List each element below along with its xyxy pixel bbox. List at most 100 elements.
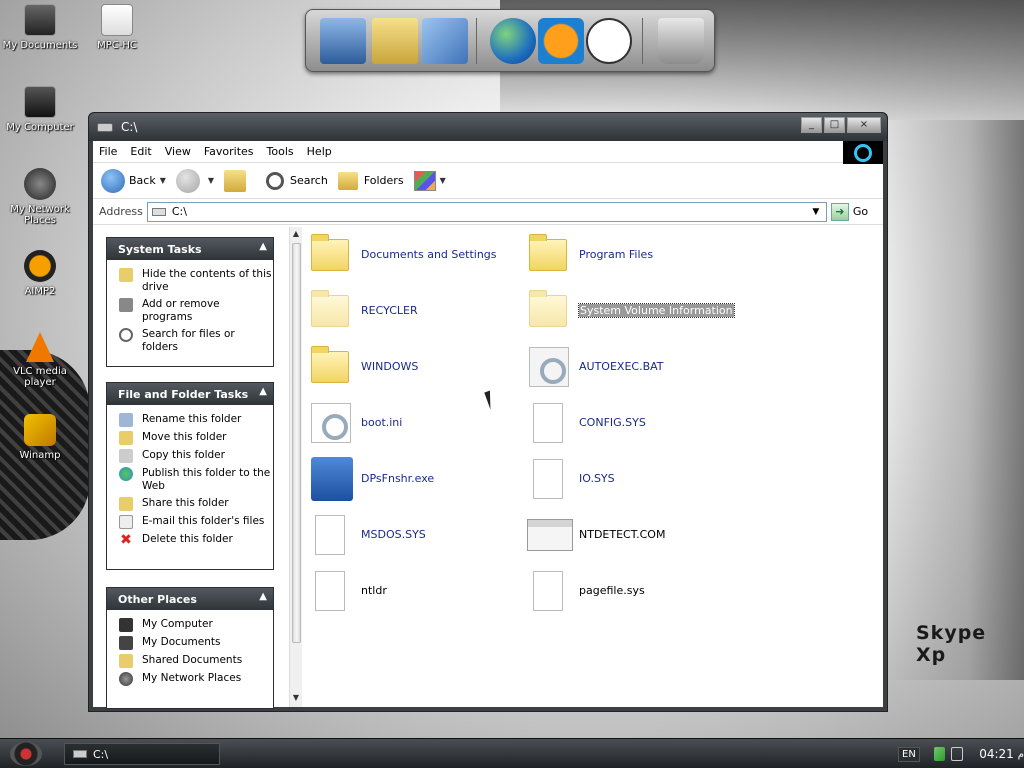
file-item[interactable]: NTDETECT.COM (525, 509, 735, 559)
start-button[interactable] (10, 742, 42, 766)
panel-header[interactable]: Other Places ▲ (107, 588, 273, 610)
file-item[interactable]: Program Files (525, 229, 735, 279)
file-item[interactable]: AUTOEXEC.BAT (525, 341, 735, 391)
maximize-button[interactable]: □ (824, 117, 845, 133)
publish-web-icon (119, 467, 133, 481)
clock-icon[interactable] (586, 18, 632, 64)
menu-help[interactable]: Help (307, 145, 332, 158)
my-documents-icon (24, 4, 56, 36)
task-email-files[interactable]: E-mail this folder's files (107, 512, 273, 530)
file-item[interactable]: Documents and Settings (307, 229, 517, 279)
task-search-files[interactable]: Search for files or folders (107, 325, 273, 355)
delete-icon: ✖ (120, 532, 132, 548)
wallpaper-shade (884, 120, 1024, 680)
control-panel-icon[interactable] (422, 18, 468, 64)
task-hide-drive-contents[interactable]: Hide the contents of this drive (107, 265, 273, 295)
forward-dropdown-icon[interactable]: ▼ (208, 176, 214, 185)
task-add-remove-programs[interactable]: Add or remove programs (107, 295, 273, 325)
file-item[interactable]: System Volume Information (525, 285, 735, 335)
taskbar-window-button[interactable]: C:\ (64, 743, 220, 765)
address-dropdown-icon[interactable]: ▼ (808, 204, 824, 220)
search-icon (119, 328, 133, 342)
exe-icon (311, 457, 353, 501)
task-copy-folder[interactable]: Copy this folder (107, 446, 273, 464)
task-rename-folder[interactable]: Rename this folder (107, 410, 273, 428)
desktop-icon-my-computer[interactable]: My Computer (0, 86, 80, 133)
tray-app-icon[interactable] (951, 747, 964, 761)
place-my-documents[interactable]: My Documents (107, 633, 273, 651)
desktop-icon-aimp2[interactable]: AIMP2 (0, 250, 80, 297)
back-dropdown-icon[interactable]: ▼ (160, 176, 166, 185)
go-arrow-icon: ➜ (830, 202, 849, 221)
task-share-folder[interactable]: Share this folder (107, 494, 273, 512)
views-dropdown-icon[interactable]: ▼ (440, 176, 446, 185)
file-item[interactable]: boot.ini (307, 397, 517, 447)
file-item[interactable]: IO.SYS (525, 453, 735, 503)
file-icon (533, 571, 563, 611)
panel-header[interactable]: File and Folder Tasks ▲ (107, 383, 273, 405)
file-item[interactable]: WINDOWS (307, 341, 517, 391)
rename-icon (119, 413, 133, 427)
task-move-folder[interactable]: Move this folder (107, 428, 273, 446)
search-button[interactable]: Search (266, 171, 328, 190)
explorer-window: C:\ _ □ × File Edit View Favorites Tools… (88, 112, 888, 712)
up-button[interactable] (224, 169, 247, 192)
network-places-icon (119, 672, 133, 686)
my-computer-icon[interactable] (320, 18, 366, 64)
file-item[interactable]: CONFIG.SYS (525, 397, 735, 447)
views-icon (413, 170, 436, 191)
close-button[interactable]: × (847, 117, 881, 133)
menu-edit[interactable]: Edit (130, 145, 151, 158)
desktop-icon-vlc[interactable]: VLC media player (0, 332, 80, 388)
documents-icon[interactable] (372, 18, 418, 64)
menu-file[interactable]: File (99, 145, 117, 158)
file-item[interactable]: MSDOS.SYS (307, 509, 517, 559)
go-button[interactable]: ➜ Go (830, 202, 868, 221)
desktop-icon-my-documents[interactable]: My Documents (0, 4, 80, 51)
collapse-icon[interactable]: ▲ (259, 241, 267, 252)
menu-tools[interactable]: Tools (267, 145, 294, 158)
scroll-up-icon[interactable]: ▲ (290, 229, 302, 241)
task-delete-folder[interactable]: ✖ Delete this folder (107, 530, 273, 548)
media-player-icon[interactable] (538, 18, 584, 64)
views-button[interactable]: ▼ (413, 170, 446, 191)
address-input[interactable]: C:\ ▼ (146, 201, 827, 222)
clock[interactable]: 04:21 (979, 747, 1014, 761)
file-item[interactable]: ntldr (307, 565, 517, 615)
file-icon (315, 515, 345, 555)
panel-header[interactable]: System Tasks ▲ (107, 238, 273, 260)
place-network-places[interactable]: My Network Places (107, 669, 273, 687)
collapse-icon[interactable]: ▲ (259, 386, 267, 397)
internet-globe-icon[interactable] (490, 18, 536, 64)
desktop-icon-network-places[interactable]: My Network Places (0, 168, 80, 226)
email-icon (119, 515, 133, 529)
network-tray-icon[interactable] (933, 747, 946, 761)
desktop-icon-winamp[interactable]: Winamp (0, 414, 80, 461)
menu-view[interactable]: View (165, 145, 191, 158)
minimize-button[interactable]: _ (801, 117, 822, 133)
file-item[interactable]: DPsFnshr.exe (307, 453, 517, 503)
folders-button[interactable]: Folders (337, 171, 404, 190)
move-icon (119, 431, 133, 445)
recycle-bin-icon[interactable] (658, 18, 704, 64)
back-button[interactable]: Back ▼ (101, 168, 166, 193)
my-computer-icon (119, 618, 133, 632)
window-title: C:\ (121, 120, 138, 134)
dock-separator (642, 18, 643, 64)
place-my-computer[interactable]: My Computer (107, 615, 273, 633)
language-indicator[interactable]: EN (898, 746, 920, 762)
menu-favorites[interactable]: Favorites (204, 145, 254, 158)
scroll-thumb[interactable] (292, 243, 301, 643)
task-pane-scrollbar[interactable]: ▲ ▼ (289, 227, 302, 707)
desktop-icon-mpc-hc[interactable]: MPC-HC (77, 4, 157, 51)
file-item[interactable]: pagefile.sys (525, 565, 735, 615)
mpc-hc-icon (101, 4, 133, 36)
scroll-down-icon[interactable]: ▼ (290, 693, 302, 705)
place-shared-documents[interactable]: Shared Documents (107, 651, 273, 669)
forward-button[interactable]: ▼ (175, 168, 214, 193)
window-titlebar[interactable]: C:\ _ □ × (89, 113, 887, 141)
task-publish-web[interactable]: Publish this folder to the Web (107, 464, 273, 494)
collapse-icon[interactable]: ▲ (259, 591, 267, 602)
application-icon (527, 519, 573, 551)
file-item[interactable]: RECYCLER (307, 285, 517, 335)
